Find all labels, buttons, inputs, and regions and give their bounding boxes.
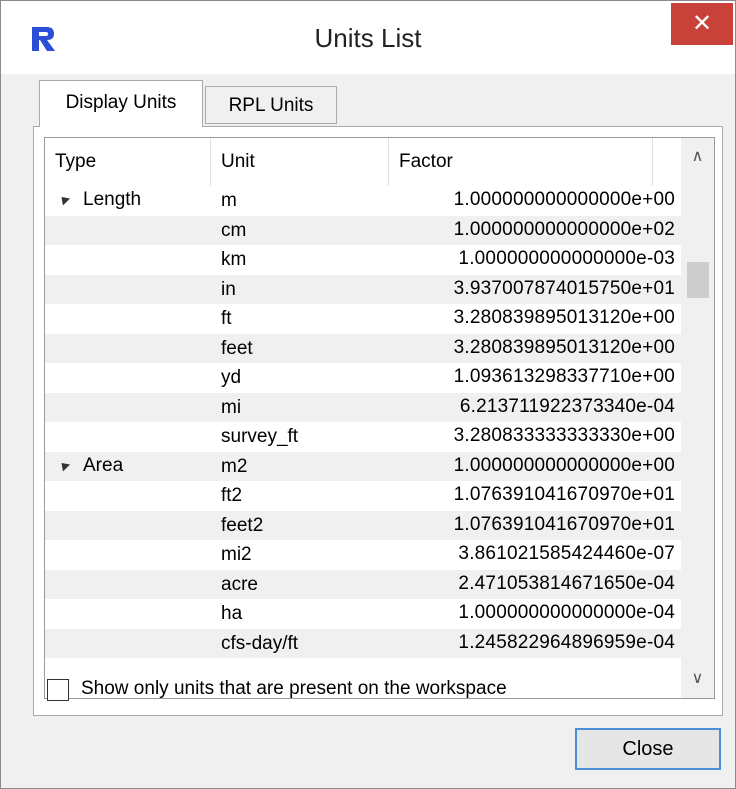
unit-cell: ft — [221, 308, 232, 329]
unit-cell: cm — [221, 219, 247, 241]
factor-cell: 3.861021585424460e-07 — [458, 543, 675, 564]
column-header-unit[interactable]: Unit — [211, 138, 389, 186]
window-close-icon[interactable]: ✕ — [671, 3, 733, 45]
expand-triangle-icon[interactable] — [57, 458, 71, 472]
factor-cell: 1.000000000000000e+00 — [453, 189, 675, 210]
units-table: Type Unit Factor Length m 1.00000000000000… — [44, 137, 715, 699]
unit-cell: cfs-day/ft — [221, 632, 299, 654]
units-list-window: Units List ✕ Display Units RPL Units Typ… — [0, 0, 736, 789]
unit-cell: feet2 — [221, 514, 264, 536]
unit-cell: ha — [221, 603, 243, 624]
table-row[interactable]: Length m 1.000000000000000e+00 — [45, 186, 681, 216]
table-row[interactable]: ft2 1.076391041670970e+01 — [45, 481, 681, 511]
table-row[interactable]: cm 1.000000000000000e+02 — [45, 215, 681, 245]
factor-cell: 1.076391041670970e+01 — [453, 513, 675, 535]
dialog-content: Display Units RPL Units Type Unit Factor… — [1, 74, 735, 788]
table-row[interactable]: acre 2.471053814671650e-04 — [45, 569, 681, 599]
table-row[interactable]: survey_ft 3.280833333333330e+00 — [45, 422, 681, 452]
table-row[interactable]: yd 1.093613298337710e+00 — [45, 363, 681, 393]
factor-cell: 3.937007874015750e+01 — [453, 277, 675, 299]
table-row[interactable]: feet 3.280839895013120e+00 — [45, 333, 681, 363]
tab-panel: Type Unit Factor Length m 1.00000000000000… — [33, 126, 723, 716]
window-title: Units List — [314, 23, 422, 53]
table-row[interactable]: cfs-day/ft 1.245822964896959e-04 — [45, 628, 681, 658]
table-row[interactable]: in 3.937007874015750e+01 — [45, 274, 681, 304]
unit-cell: acre — [221, 573, 258, 595]
factor-cell: 1.000000000000000e+02 — [453, 218, 675, 240]
scroll-up-icon[interactable]: ∧ — [681, 138, 714, 176]
unit-cell: m — [221, 190, 237, 211]
table-row[interactable]: km 1.000000000000000e-03 — [45, 245, 681, 275]
table-row[interactable]: mi2 3.861021585424460e-07 — [45, 540, 681, 570]
table-row[interactable]: ha 1.000000000000000e-04 — [45, 599, 681, 629]
scroll-thumb[interactable] — [687, 262, 709, 298]
factor-cell: 3.280839895013120e+00 — [453, 336, 675, 358]
factor-cell: 1.093613298337710e+00 — [453, 366, 675, 387]
unit-cell: feet — [221, 337, 253, 359]
table-body: Length m 1.000000000000000e+00 cm 1.00000000… — [45, 186, 681, 658]
factor-cell: 1.000000000000000e-04 — [458, 602, 675, 623]
workspace-filter-label: Show only units that are present on the … — [81, 678, 507, 699]
type-cell: Area — [57, 454, 124, 477]
factor-cell: 1.000000000000000e-03 — [458, 248, 675, 269]
type-label: Area — [83, 454, 124, 476]
factor-cell: 6.213711922373340e-04 — [459, 395, 675, 417]
column-header-type[interactable]: Type — [45, 138, 211, 186]
type-cell: Length — [57, 189, 142, 211]
type-label: Length — [83, 189, 142, 210]
factor-cell: 1.000000000000000e+00 — [453, 454, 675, 476]
workspace-filter-checkbox[interactable] — [47, 679, 69, 701]
factor-cell: 3.280833333333330e+00 — [453, 425, 675, 446]
close-button[interactable]: Close — [575, 728, 721, 770]
unit-cell: in — [221, 278, 236, 300]
unit-cell: mi2 — [221, 544, 252, 565]
table-row[interactable]: ft 3.280839895013120e+00 — [45, 304, 681, 334]
table-row[interactable]: Area m2 1.000000000000000e+00 — [45, 451, 681, 481]
table-row[interactable]: mi 6.213711922373340e-04 — [45, 392, 681, 422]
unit-cell: ft2 — [221, 485, 243, 506]
table-row[interactable]: feet2 1.076391041670970e+01 — [45, 510, 681, 540]
vertical-scrollbar[interactable]: ∧ ∨ — [681, 138, 714, 698]
factor-cell: 3.280839895013120e+00 — [453, 307, 675, 328]
unit-cell: km — [221, 249, 247, 270]
factor-cell: 1.245822964896959e-04 — [458, 631, 675, 653]
tab-display-units[interactable]: Display Units — [39, 80, 203, 127]
factor-cell: 2.471053814671650e-04 — [458, 572, 675, 594]
expand-triangle-icon[interactable] — [57, 193, 71, 206]
scroll-down-icon[interactable]: ∨ — [681, 660, 714, 698]
factor-cell: 1.076391041670970e+01 — [453, 484, 675, 505]
title-bar: Units List ✕ — [1, 1, 735, 74]
unit-cell: survey_ft — [221, 426, 299, 447]
unit-cell: yd — [221, 367, 242, 388]
unit-cell: mi — [221, 396, 242, 418]
table-header: Type Unit Factor — [45, 138, 714, 186]
tab-rpl-units[interactable]: RPL Units — [205, 86, 337, 124]
column-header-factor[interactable]: Factor — [389, 138, 653, 186]
unit-cell: m2 — [221, 455, 248, 477]
